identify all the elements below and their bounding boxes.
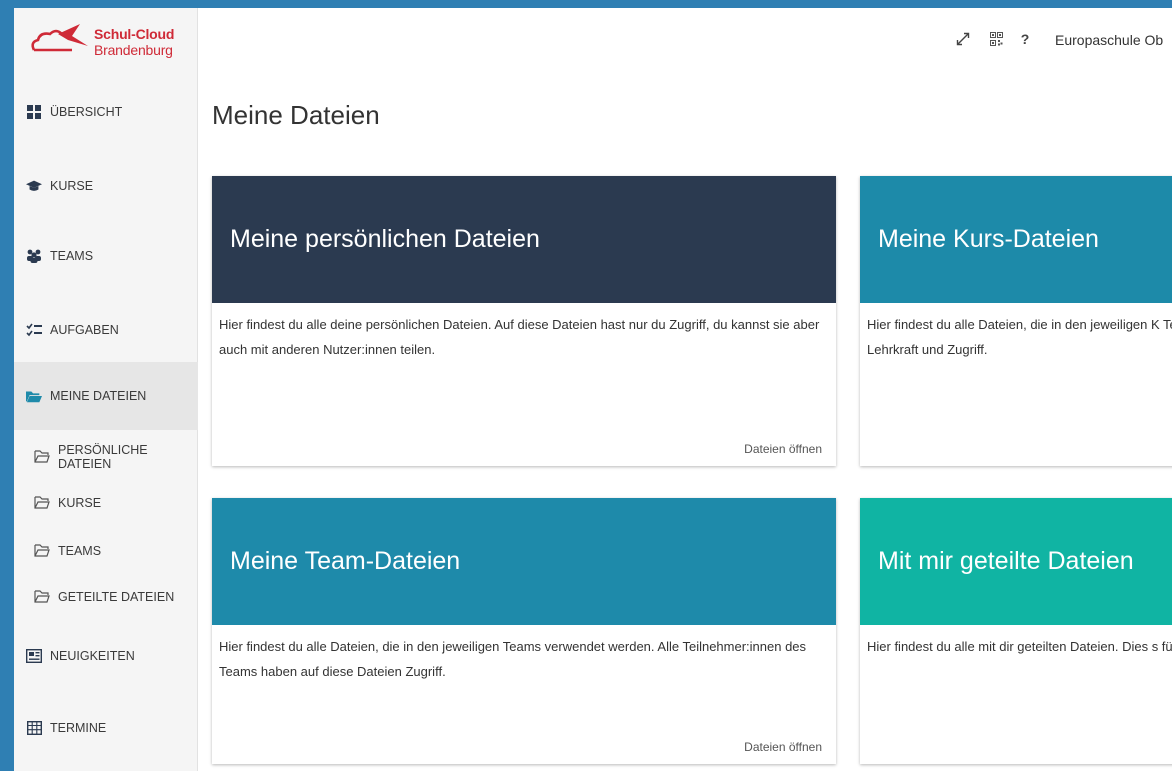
sidebar: Schul-Cloud Brandenburg ÜBERSICHT KURSE … bbox=[14, 8, 198, 771]
sidebar-item-label: TERMINE bbox=[50, 721, 107, 735]
card-description: Hier findest du alle deine persönlichen … bbox=[219, 317, 820, 357]
card-title: Meine Kurs-Dateien bbox=[860, 176, 1172, 303]
calendar-icon bbox=[26, 720, 42, 736]
school-name[interactable]: Europaschule Ob bbox=[1055, 32, 1163, 48]
qr-code-icon[interactable] bbox=[987, 30, 1005, 48]
card-description: Hier findest du alle mit dir geteilten D… bbox=[867, 639, 1172, 654]
newspaper-icon bbox=[26, 648, 42, 664]
card-personal-files[interactable]: Meine persönlichen Dateien Hier findest … bbox=[212, 176, 836, 466]
app-window: Schul-Cloud Brandenburg ÜBERSICHT KURSE … bbox=[14, 8, 1172, 771]
card-description: Hier findest du alle Dateien, die in den… bbox=[867, 317, 1172, 357]
topbar: ? Europaschule Ob bbox=[198, 8, 1172, 78]
sidebar-subitem-label: GETEILTE DATEIEN bbox=[58, 590, 175, 604]
sidebar-item-aufgaben[interactable]: AUFGABEN bbox=[14, 310, 198, 350]
sidebar-subitem-label: TEAMS bbox=[58, 544, 102, 558]
card-title: Meine persönlichen Dateien bbox=[212, 176, 836, 303]
open-files-link[interactable]: Dateien öffnen bbox=[744, 740, 822, 754]
open-files-link[interactable]: Dateien öffnen bbox=[744, 442, 822, 456]
logo[interactable]: Schul-Cloud Brandenburg bbox=[28, 20, 198, 64]
card-title: Meine Team-Dateien bbox=[212, 498, 836, 625]
sidebar-subitem-geteilte-dateien[interactable]: GETEILTE DATEIEN bbox=[14, 584, 198, 610]
sidebar-item-neuigkeiten[interactable]: NEUIGKEITEN bbox=[14, 636, 198, 676]
card-title: Mit mir geteilte Dateien bbox=[860, 498, 1172, 625]
sidebar-item-kurse[interactable]: KURSE bbox=[14, 166, 198, 206]
page-title: Meine Dateien bbox=[212, 100, 380, 130]
folder-open-icon bbox=[26, 388, 42, 404]
sidebar-subitem-label: PERSÖNLICHE DATEIEN bbox=[58, 443, 148, 471]
sidebar-item-label: MEINE DATEIEN bbox=[50, 389, 147, 403]
sidebar-item-label: KURSE bbox=[50, 179, 94, 193]
sidebar-item-teams[interactable]: TEAMS bbox=[14, 236, 198, 276]
logo-line-1: Schul-Cloud bbox=[94, 26, 175, 42]
folder-icon bbox=[34, 496, 50, 510]
sidebar-item-termine[interactable]: TERMINE bbox=[14, 708, 198, 748]
sidebar-item-meine-dateien[interactable]: MEINE DATEIEN bbox=[14, 362, 198, 430]
card-shared-files[interactable]: Mit mir geteilte Dateien Hier findest du… bbox=[860, 498, 1172, 764]
schul-cloud-logo-icon bbox=[31, 24, 88, 52]
sidebar-item-label: ÜBERSICHT bbox=[50, 105, 123, 119]
sidebar-subitem-persoenliche-dateien[interactable]: PERSÖNLICHE DATEIEN bbox=[14, 443, 198, 471]
sidebar-item-uebersicht[interactable]: ÜBERSICHT bbox=[14, 92, 198, 132]
graduation-cap-icon bbox=[26, 178, 42, 194]
fullscreen-icon[interactable] bbox=[954, 30, 972, 48]
sidebar-subitem-kurse[interactable]: KURSE bbox=[14, 490, 198, 516]
card-team-files[interactable]: Meine Team-Dateien Hier findest du alle … bbox=[212, 498, 836, 764]
dashboard-icon bbox=[26, 104, 42, 120]
sidebar-subitem-label: KURSE bbox=[58, 496, 102, 510]
help-icon[interactable]: ? bbox=[1016, 30, 1034, 48]
sidebar-item-label: NEUIGKEITEN bbox=[50, 649, 135, 663]
folder-icon bbox=[34, 590, 50, 604]
logo-line-2: Brandenburg bbox=[94, 42, 173, 58]
sidebar-item-label: TEAMS bbox=[50, 249, 94, 263]
folder-icon bbox=[34, 544, 50, 558]
sidebar-subitem-teams[interactable]: TEAMS bbox=[14, 538, 198, 564]
users-icon bbox=[26, 248, 42, 264]
tasks-icon bbox=[26, 322, 42, 338]
card-course-files[interactable]: Meine Kurs-Dateien Hier findest du alle … bbox=[860, 176, 1172, 466]
card-description: Hier findest du alle Dateien, die in den… bbox=[219, 639, 807, 679]
folder-icon bbox=[34, 450, 50, 464]
sidebar-item-label: AUFGABEN bbox=[50, 323, 119, 337]
